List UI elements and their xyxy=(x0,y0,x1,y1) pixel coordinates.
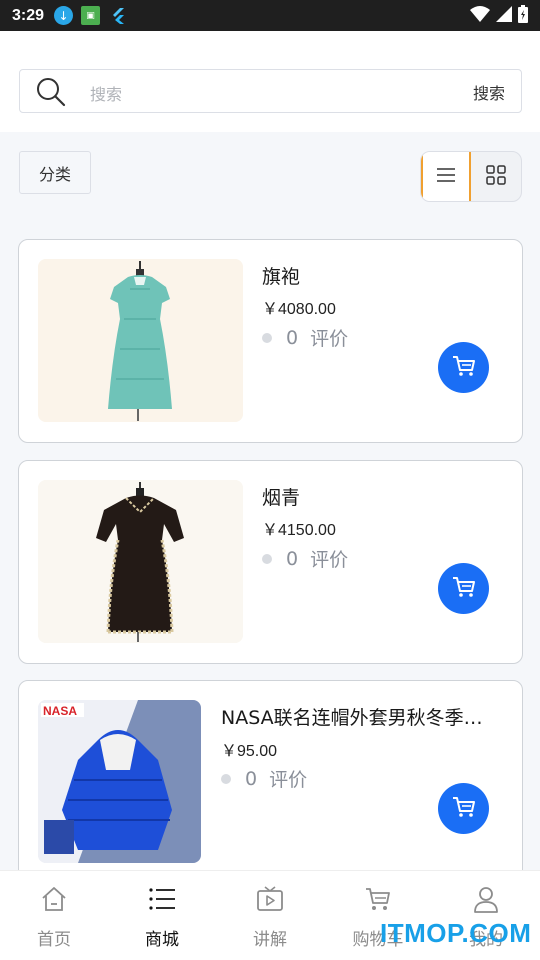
status-time: 3:29 xyxy=(12,6,45,24)
add-to-cart-button[interactable] xyxy=(438,342,489,393)
add-to-cart-button[interactable] xyxy=(438,783,489,834)
product-image[interactable] xyxy=(38,480,243,643)
search-input[interactable]: 搜索 搜索 xyxy=(19,69,522,113)
product-price: ￥4080.00 xyxy=(262,301,336,318)
product-card[interactable]: NASA NASA联名连帽外套男秋冬季… ￥95.00 0 评价 xyxy=(18,680,523,884)
nasa-logo: NASA xyxy=(43,704,77,718)
search-placeholder: 搜索 xyxy=(90,85,123,104)
tab-label: 讲解 xyxy=(253,930,287,950)
cart-icon xyxy=(452,576,476,602)
app-icon: ▣ xyxy=(81,6,101,25)
signal-icon xyxy=(496,5,512,26)
product-title[interactable]: NASA联名连帽外套男秋冬季… xyxy=(221,703,499,730)
video-icon xyxy=(256,885,284,917)
home-icon xyxy=(40,885,68,917)
cart-icon xyxy=(452,355,476,381)
user-icon xyxy=(472,885,500,917)
list-icon xyxy=(437,167,455,186)
cart-icon xyxy=(364,885,392,917)
add-to-cart-button[interactable] xyxy=(438,563,489,614)
list-view-button[interactable] xyxy=(421,152,471,201)
product-image[interactable]: NASA xyxy=(38,700,201,863)
list-icon xyxy=(148,885,176,917)
product-title[interactable]: 烟青 xyxy=(262,483,502,510)
search-header: 搜索 搜索 xyxy=(0,31,540,132)
review-label: 评价 xyxy=(269,769,308,791)
product-review: 0 评价 xyxy=(262,545,348,572)
product-price: ￥95.00 xyxy=(221,743,278,760)
tab-label: 首页 xyxy=(37,930,71,950)
review-label: 评价 xyxy=(310,549,349,571)
category-button[interactable]: 分类 xyxy=(19,151,91,194)
watermark: ITMOP.COM xyxy=(380,918,532,948)
product-review: 0 评价 xyxy=(221,765,307,792)
product-price: ￥4150.00 xyxy=(262,522,336,539)
product-card[interactable]: 烟青 ￥4150.00 0 评价 xyxy=(18,460,523,664)
tab-mall[interactable]: 商城 xyxy=(108,871,216,960)
product-card[interactable]: 旗袍 ￥4080.00 0 评价 xyxy=(18,239,523,443)
tab-home[interactable]: 首页 xyxy=(0,871,108,960)
review-count: 0 xyxy=(245,767,258,790)
review-count: 0 xyxy=(286,547,299,570)
download-icon: ↓ xyxy=(54,6,74,25)
grid-view-button[interactable] xyxy=(471,152,521,201)
battery-icon xyxy=(518,4,528,27)
review-dot xyxy=(262,332,272,343)
wifi-icon xyxy=(470,5,490,26)
review-dot xyxy=(221,773,231,784)
status-bar: 3:29 ↓ ▣ xyxy=(0,0,540,31)
review-count: 0 xyxy=(286,326,299,349)
product-title[interactable]: 旗袍 xyxy=(262,262,502,289)
cart-icon xyxy=(452,796,476,822)
product-review: 0 评价 xyxy=(262,324,348,351)
tab-explain[interactable]: 讲解 xyxy=(216,871,324,960)
search-icon xyxy=(36,77,66,107)
review-label: 评价 xyxy=(310,328,349,350)
review-dot xyxy=(262,553,272,564)
flutter-icon xyxy=(108,6,127,25)
search-button[interactable]: 搜索 xyxy=(473,80,505,104)
view-toggle xyxy=(420,151,522,202)
tab-label: 商城 xyxy=(145,930,179,950)
grid-icon xyxy=(486,164,506,189)
product-image[interactable] xyxy=(38,259,243,422)
